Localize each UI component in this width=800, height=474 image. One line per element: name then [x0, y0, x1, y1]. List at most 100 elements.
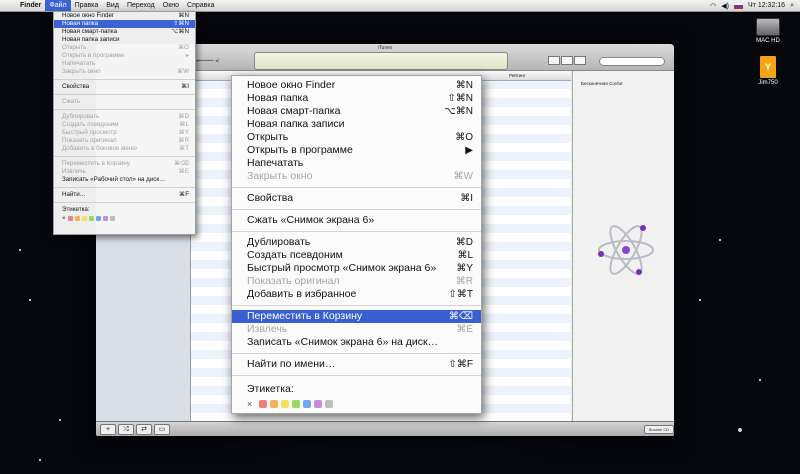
itunes-bottom-bar: + ⤮ ⇄ ▭ Browse CD — [96, 421, 674, 436]
label-color-swatch[interactable] — [74, 216, 80, 221]
big-menu-separator — [232, 375, 481, 376]
jim-desktop-icon[interactable]: Y Jim750 — [748, 56, 788, 86]
small-menu-item[interactable]: Этикетка: — [54, 206, 195, 214]
big-menu-item[interactable]: Новое окно Finder ⌘N — [232, 79, 481, 92]
volume-slider[interactable]: ◂━━━━━ ◂) — [196, 58, 219, 64]
small-menu-item[interactable]: Новая папка записи — [54, 36, 195, 44]
add-playlist-button[interactable]: + — [100, 424, 116, 435]
label-color-swatch[interactable] — [325, 400, 333, 408]
menu-finder[interactable]: Finder — [16, 0, 45, 11]
shuffle-button[interactable]: ⤮ — [118, 424, 134, 435]
big-menu-separator — [232, 305, 481, 306]
big-menu-item[interactable]: Новая папка записи — [232, 118, 481, 131]
small-menu-item-label: Открыть в программе — [62, 52, 125, 59]
small-menu-item[interactable]: Новое окно Finder ⌘N — [54, 12, 195, 20]
big-menu-item[interactable]: Новая папка ⇧⌘N — [232, 92, 481, 105]
input-source-flag-icon[interactable] — [734, 2, 743, 9]
big-menu-item[interactable]: Создать псевдоним ⌘L — [232, 249, 481, 262]
grid-view-icon[interactable] — [561, 56, 573, 65]
itunes-search-input[interactable] — [599, 57, 665, 66]
small-menu-separator — [54, 79, 195, 80]
menu-file[interactable]: Файл — [45, 0, 71, 11]
big-menu-item[interactable]: Переместить в Корзину ⌘⌫ — [232, 310, 481, 323]
hard-drive-desktop-icon[interactable]: MAC HD — [748, 18, 788, 44]
big-menu-shortcut: ⌘R — [455, 276, 473, 287]
list-view-icon[interactable] — [548, 56, 560, 65]
small-menu-item[interactable]: Записать «Рабочий стол» на диск… — [54, 176, 195, 184]
big-menu-item[interactable]: Сжать «Снимок экрана 6» — [232, 214, 481, 227]
big-menu-shortcut: ⌘E — [456, 324, 473, 335]
jim-label: Jim750 — [758, 80, 778, 86]
big-menu-shortcut: ⌥⌘N — [444, 106, 473, 117]
big-menu-item: Извлечь ⌘E — [232, 323, 481, 336]
big-menu-item[interactable]: Добавить в избранное ⇧⌘T — [232, 288, 481, 301]
big-menu-item[interactable]: Напечатать — [232, 157, 481, 170]
big-menu-item-label: Извлечь — [247, 323, 288, 335]
big-menu-shortcut: ⌘O — [455, 132, 473, 143]
big-menu-item[interactable]: Дублировать ⌘D — [232, 236, 481, 249]
big-menu-separator — [232, 353, 481, 354]
big-menu-item-label: Напечатать — [247, 157, 304, 169]
browser-header: Бесконечная Confut — [581, 81, 623, 86]
small-menu-item: Создать псевдоним ⌘L — [54, 121, 195, 129]
label-color-swatch[interactable] — [102, 216, 108, 221]
label-color-swatch[interactable] — [88, 216, 94, 221]
atom-icon — [598, 225, 654, 275]
label-color-swatch[interactable] — [259, 400, 267, 408]
repeat-button[interactable]: ⇄ — [136, 424, 152, 435]
label-none-button[interactable]: × — [62, 215, 66, 222]
small-menu-item[interactable]: Свойства ⌘I — [54, 83, 195, 91]
artwork-button[interactable]: ▭ — [154, 424, 170, 435]
menu-clock[interactable]: Чт 12:32:16 — [748, 2, 785, 9]
menu-go[interactable]: Переход — [123, 0, 159, 11]
big-menu-item[interactable]: Открыть в программе ▶ — [232, 144, 481, 157]
wifi-icon[interactable]: ◠ — [710, 2, 716, 10]
menu-edit[interactable]: Правка — [71, 0, 103, 11]
big-menu-item-label: Новая папка — [247, 92, 309, 104]
coverflow-view-icon[interactable] — [574, 56, 586, 65]
big-menu-item-label: Новая смарт-папка — [247, 105, 341, 117]
big-menu-shortcut: ⌘W — [453, 171, 473, 182]
small-menu-item-label: Сжать — [62, 98, 81, 105]
menu-help[interactable]: Справка — [183, 0, 218, 11]
small-menu-item[interactable]: Новая смарт-папка ⌥⌘N — [54, 28, 195, 36]
label-color-swatch[interactable] — [281, 400, 289, 408]
label-color-swatch[interactable] — [270, 400, 278, 408]
big-menu-separator — [232, 209, 481, 210]
big-menu-separator — [232, 187, 481, 188]
view-buttons[interactable] — [548, 56, 586, 65]
column-rating[interactable]: Рейтинг — [509, 73, 526, 78]
big-menu-item[interactable]: Найти по имени… ⇧⌘F — [232, 358, 481, 371]
label-color-swatch[interactable] — [81, 216, 87, 221]
big-menu-item: Показать оригинал ⌘R — [232, 275, 481, 288]
small-menu-item: Переместить в Корзину ⌘⌫ — [54, 160, 195, 168]
volume-icon[interactable]: ◀) — [721, 2, 729, 10]
label-color-swatch[interactable] — [314, 400, 322, 408]
big-menu-item[interactable]: Быстрый просмотр «Снимок экрана 6» ⌘Y — [232, 262, 481, 275]
big-menu-item[interactable]: Свойства ⌘I — [232, 192, 481, 205]
label-color-swatch[interactable] — [303, 400, 311, 408]
big-menu-item-label: Новое окно Finder — [247, 79, 336, 91]
label-color-picker: × — [232, 396, 481, 412]
small-menu-separator — [54, 156, 195, 157]
label-none-button[interactable]: × — [247, 399, 256, 409]
menu-view[interactable]: Вид — [102, 0, 123, 11]
label-color-swatch[interactable] — [95, 216, 101, 221]
big-menu-item[interactable]: Открыть ⌘O — [232, 131, 481, 144]
label-color-swatch[interactable] — [67, 216, 73, 221]
small-menu-item[interactable]: Найти… ⌘F — [54, 191, 195, 199]
label-color-swatch[interactable] — [109, 216, 115, 221]
small-menu-shortcut: ⌘R — [178, 137, 189, 144]
small-menu-shortcut: ⌘⌫ — [174, 160, 189, 167]
big-menu-item[interactable]: Новая смарт-папка ⌥⌘N — [232, 105, 481, 118]
big-menu-shortcut: ⌘N — [455, 80, 473, 91]
small-menu-item: Показать оригинал ⌘R — [54, 137, 195, 145]
small-menu-item[interactable]: Новая папка ⇧⌘N — [54, 20, 195, 28]
menu-window[interactable]: Окно — [159, 0, 183, 11]
big-menu-shortcut: ▶ — [465, 145, 473, 156]
spotlight-icon[interactable]: ⌕ — [790, 2, 794, 10]
label-color-swatch[interactable] — [292, 400, 300, 408]
small-menu-item-label: Свойства — [62, 83, 90, 90]
big-menu-item[interactable]: Записать «Снимок экрана 6» на диск… — [232, 336, 481, 349]
browse-button[interactable]: Browse CD — [644, 425, 674, 434]
